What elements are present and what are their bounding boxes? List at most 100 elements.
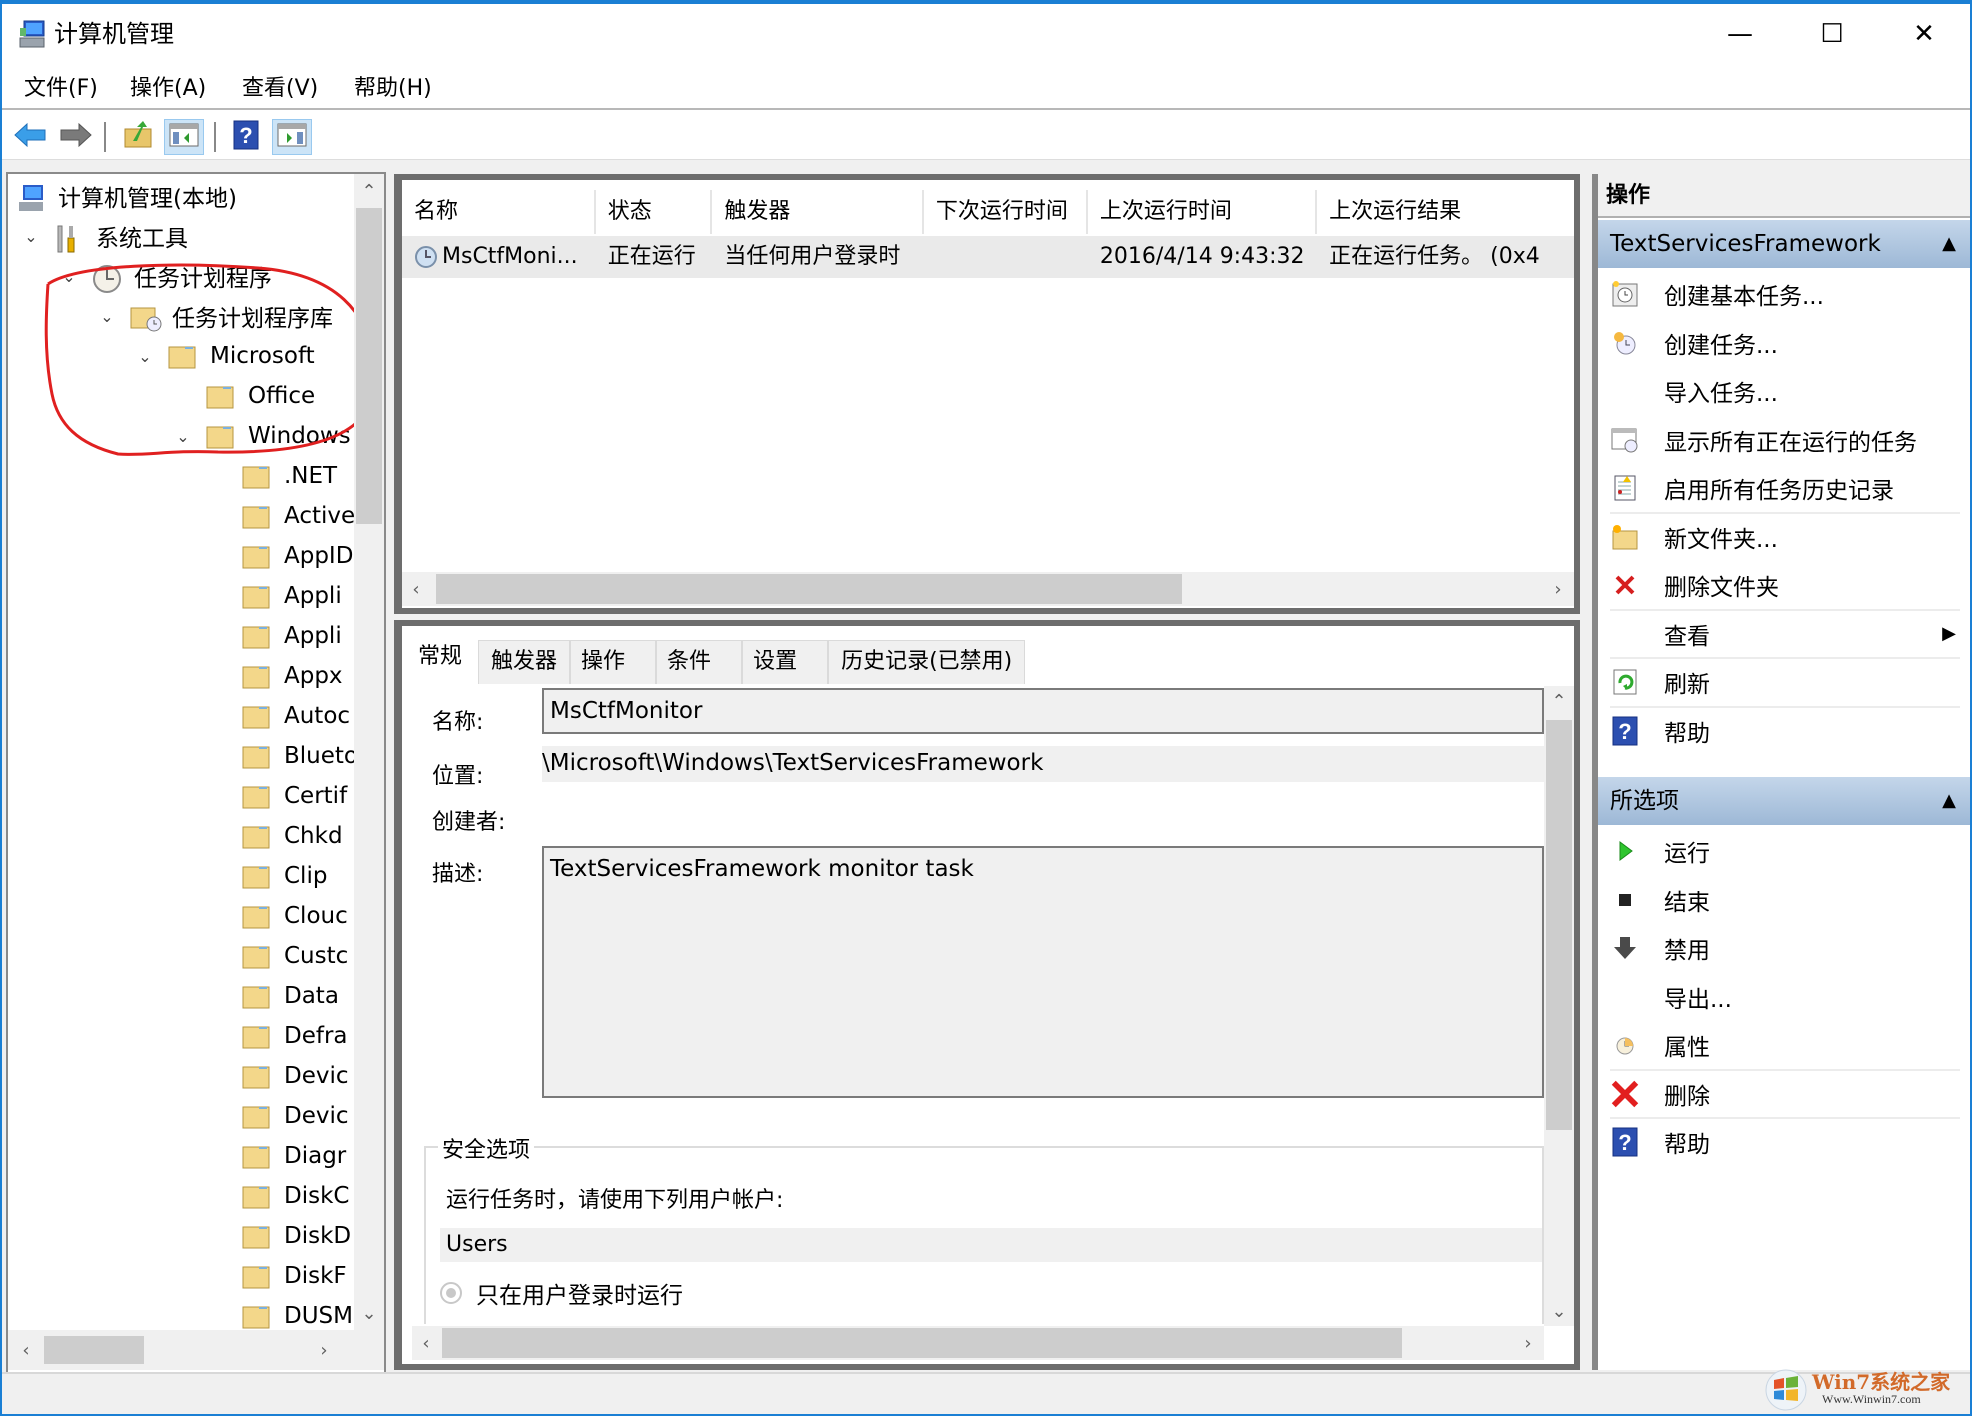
tree-item-folder[interactable]: Devic xyxy=(242,1098,349,1134)
tab-history[interactable]: 历史记录(已禁用) xyxy=(828,640,1026,684)
action-item[interactable]: 删除文件夹 xyxy=(1598,561,1970,609)
scroll-thumb[interactable] xyxy=(442,1328,1402,1358)
details-horizontal-scrollbar[interactable]: ‹ › xyxy=(412,1326,1544,1360)
radio-run-only-logged-on[interactable]: 只在用户登录时运行 xyxy=(440,1276,683,1310)
forward-button[interactable] xyxy=(56,119,96,155)
scroll-right-icon[interactable]: › xyxy=(1518,1326,1538,1360)
author-field[interactable] xyxy=(542,796,1544,832)
action-item[interactable]: 查看 ▶ xyxy=(1598,610,1970,658)
tree-item-task-scheduler-library[interactable]: ⌄ 任务计划程序库 xyxy=(96,298,333,334)
actions-section-section2[interactable]: 所选项 ▲ xyxy=(1598,777,1970,825)
user-account-field[interactable]: Users xyxy=(440,1228,1542,1262)
tree-item-computer-management[interactable]: 计算机管理(本地) xyxy=(16,178,237,214)
tree-item-folder[interactable]: Clip xyxy=(242,858,327,894)
action-item[interactable]: 启用所有任务历史记录 xyxy=(1598,464,1970,512)
menu-action[interactable]: 操作(A) xyxy=(124,72,212,106)
collapse-up-icon[interactable]: ▲ xyxy=(1942,220,1956,268)
scroll-left-icon[interactable]: ‹ xyxy=(406,572,426,606)
tree-item-folder[interactable]: .NET xyxy=(242,458,337,494)
action-item[interactable]: 属性 xyxy=(1598,1021,1970,1069)
scroll-thumb[interactable] xyxy=(436,574,1182,604)
tab-triggers[interactable]: 触发器 xyxy=(478,640,571,684)
radio-run-whether-logged-on[interactable]: 不管用户是否登录都要运行 xyxy=(440,1320,752,1324)
menu-view[interactable]: 查看(V) xyxy=(236,72,324,106)
scroll-thumb[interactable] xyxy=(44,1336,144,1364)
radio-button[interactable] xyxy=(440,1282,462,1304)
menu-help[interactable]: 帮助(H) xyxy=(348,72,438,106)
action-item[interactable]: 导出... xyxy=(1598,973,1970,1021)
tree-item-folder[interactable]: DUSM xyxy=(242,1298,353,1334)
action-item[interactable]: 禁用 xyxy=(1598,924,1970,972)
tree-item-folder[interactable]: Chkd xyxy=(242,818,343,854)
collapse-up-icon[interactable]: ▲ xyxy=(1942,777,1956,825)
column-header-last-run[interactable]: 上次运行时间 xyxy=(1088,190,1318,234)
maximize-button[interactable]: ☐ xyxy=(1786,4,1878,64)
tree-item-folder[interactable]: AppID xyxy=(242,538,353,574)
close-button[interactable]: ✕ xyxy=(1878,4,1970,64)
tab-conditions[interactable]: 条件 xyxy=(656,640,743,684)
tab-settings[interactable]: 设置 xyxy=(742,640,829,684)
scroll-up-icon[interactable]: ⌃ xyxy=(1544,686,1574,716)
tree-item-folder[interactable]: Defra xyxy=(242,1018,348,1054)
tree-item-folder[interactable]: Active xyxy=(242,498,355,534)
tree-item-task-scheduler[interactable]: ⌄ 任务计划程序 xyxy=(58,258,272,294)
tab-actions[interactable]: 操作 xyxy=(570,640,657,684)
actions-section-section1[interactable]: TextServicesFramework ▲ xyxy=(1598,220,1970,268)
action-item[interactable]: 显示所有正在运行的任务 xyxy=(1598,416,1970,464)
details-vertical-scrollbar[interactable]: ⌃ ⌄ xyxy=(1544,686,1574,1326)
scroll-thumb[interactable] xyxy=(356,208,382,524)
tab-general[interactable]: 常规 xyxy=(402,636,479,684)
up-one-level-button[interactable] xyxy=(118,119,158,155)
chevron-down-icon[interactable]: ⌄ xyxy=(96,305,118,327)
scroll-left-icon[interactable]: ‹ xyxy=(416,1326,436,1360)
column-header-trigger[interactable]: 触发器 xyxy=(712,190,924,234)
name-field[interactable]: MsCtfMonitor xyxy=(542,688,1544,734)
scroll-right-icon[interactable]: › xyxy=(1548,572,1568,606)
column-header-last-result[interactable]: 上次运行结果 xyxy=(1317,190,1574,234)
scroll-thumb[interactable] xyxy=(1546,720,1572,1130)
show-hide-action-pane-button[interactable] xyxy=(272,119,312,155)
column-header-name[interactable]: 名称 xyxy=(402,190,596,234)
tree-item-folder[interactable]: Autoc xyxy=(242,698,350,734)
tree-item-folder[interactable]: Certif xyxy=(242,778,347,814)
tree-item-folder[interactable]: DiskC xyxy=(242,1178,349,1214)
chevron-down-icon[interactable]: ⌄ xyxy=(20,225,42,247)
tree-vertical-scrollbar[interactable]: ⌃ ⌄ xyxy=(354,174,384,1330)
back-button[interactable] xyxy=(10,119,50,155)
tree-item-folder[interactable]: Data xyxy=(242,978,339,1014)
action-item[interactable]: 新文件夹... xyxy=(1598,513,1970,561)
scroll-right-icon[interactable]: › xyxy=(312,1330,336,1370)
description-field[interactable]: TextServicesFramework monitor task xyxy=(542,846,1544,1098)
column-header-next-run[interactable]: 下次运行时间 xyxy=(924,190,1088,234)
tree-item-folder[interactable]: Blueto xyxy=(242,738,358,774)
help-button[interactable]: ? xyxy=(226,119,266,155)
chevron-down-icon[interactable]: ⌄ xyxy=(58,265,80,287)
tree-item-folder[interactable]: Custc xyxy=(242,938,348,974)
chevron-down-icon[interactable]: ⌄ xyxy=(134,345,156,367)
action-item[interactable]: ? 帮助 xyxy=(1598,707,1970,755)
action-item[interactable]: 删除 xyxy=(1598,1070,1970,1118)
tree-item-windows[interactable]: ⌄ Windows xyxy=(172,418,350,454)
table-row[interactable]: MsCtfMoni... 正在运行 当任何用户登录时 2016/4/14 9:4… xyxy=(402,236,1574,278)
scroll-down-icon[interactable]: ⌄ xyxy=(354,1298,384,1328)
tree-item-folder[interactable]: Diagr xyxy=(242,1138,346,1174)
action-item[interactable]: 创建基本任务... xyxy=(1598,270,1970,318)
action-item[interactable]: 创建任务... xyxy=(1598,319,1970,367)
tree-horizontal-scrollbar[interactable]: ‹ › xyxy=(8,1330,384,1370)
scroll-left-icon[interactable]: ‹ xyxy=(14,1330,38,1370)
column-header-status[interactable]: 状态 xyxy=(596,190,713,234)
show-hide-console-tree-button[interactable] xyxy=(164,119,204,155)
tree-item-folder[interactable]: Appli xyxy=(242,578,342,614)
action-item[interactable]: 结束 xyxy=(1598,876,1970,924)
scroll-down-icon[interactable]: ⌄ xyxy=(1544,1296,1574,1326)
tree-item-folder[interactable]: Clouc xyxy=(242,898,348,934)
action-item[interactable]: 运行 xyxy=(1598,827,1970,875)
task-list-horizontal-scrollbar[interactable]: ‹ › xyxy=(402,572,1574,606)
location-field[interactable]: \Microsoft\Windows\TextServicesFramework xyxy=(542,746,1544,782)
tree-item-folder[interactable]: Appli xyxy=(242,618,342,654)
tree-item-office[interactable]: Office xyxy=(206,378,315,414)
tree-item-microsoft[interactable]: ⌄ Microsoft xyxy=(134,338,314,374)
tree-item-system-tools[interactable]: ⌄ 系统工具 xyxy=(20,218,188,254)
action-item[interactable]: 刷新 xyxy=(1598,658,1970,706)
scroll-up-icon[interactable]: ⌃ xyxy=(354,176,384,206)
